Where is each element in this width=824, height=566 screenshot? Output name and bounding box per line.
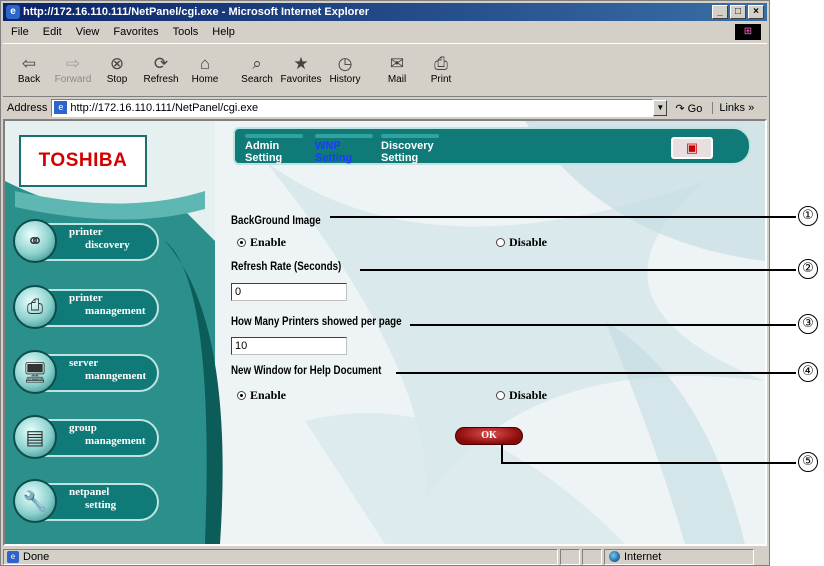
menu-tools[interactable]: Tools — [173, 26, 199, 38]
back-arrow-icon: ⇦ — [21, 53, 37, 73]
history-button[interactable]: ◷ History — [323, 44, 367, 94]
security-zone: Internet — [604, 548, 754, 565]
wrench-icon: 🔧 — [13, 479, 57, 523]
radio-unselected-icon — [496, 391, 505, 400]
stop-button[interactable]: ⊗ Stop — [95, 44, 139, 94]
radio-unselected-icon — [496, 238, 505, 247]
refresh-button[interactable]: ⟳ Refresh — [139, 44, 183, 94]
address-label: Address — [7, 102, 48, 114]
nav-server-management[interactable]: 🖥 server manngement — [13, 350, 163, 396]
internet-globe-icon — [609, 551, 620, 562]
links-button[interactable]: Links » — [712, 102, 754, 114]
callout-1: ① — [798, 206, 818, 226]
toshiba-logo: TOSHIBA — [19, 135, 147, 187]
address-dropdown-icon[interactable]: ▼ — [653, 100, 668, 116]
background-disable-radio[interactable]: Disable — [496, 235, 547, 250]
window-title: http://172.16.110.111/NetPanel/cgi.exe -… — [23, 6, 370, 18]
help-enable-radio[interactable]: Enable — [237, 388, 286, 403]
page-done-icon: e — [7, 550, 19, 563]
callout-4: ④ — [798, 362, 818, 382]
back-button[interactable]: ⇦ Back — [7, 44, 51, 94]
callout-line-2 — [360, 269, 796, 271]
nav-printer-discovery[interactable]: ⚭ printer discovery — [13, 219, 163, 265]
refresh-rate-label: Refresh Rate (Seconds) — [231, 261, 342, 273]
callout-3: ③ — [798, 314, 818, 334]
go-arrow-icon: ↷ — [675, 102, 685, 115]
menu-edit[interactable]: Edit — [43, 26, 62, 38]
nav-group-management[interactable]: ▤ group management — [13, 415, 163, 461]
go-button[interactable]: ↷ Go — [675, 102, 702, 115]
forward-arrow-icon: ⇨ — [65, 53, 81, 73]
title-bar: e http://172.16.110.111/NetPanel/cgi.exe… — [3, 3, 767, 21]
help-window-label: New Window for Help Document — [231, 365, 382, 377]
printers-per-page-input[interactable]: 10 — [231, 337, 347, 355]
menu-view[interactable]: View — [76, 26, 100, 38]
printer-group-icon: ▤ — [13, 415, 57, 459]
menu-bar: File Edit View Favorites Tools Help ⊞ — [3, 23, 767, 41]
close-button[interactable]: × — [748, 5, 764, 19]
radio-selected-icon — [237, 238, 246, 247]
address-url: http://172.16.110.111/NetPanel/cgi.exe — [70, 102, 259, 114]
maximize-button[interactable]: □ — [730, 5, 746, 19]
callout-line-5 — [501, 462, 796, 464]
sidebar: TOSHIBA ⚭ printer discovery ⎙ printer mana… — [5, 121, 215, 544]
standard-toolbar: ⇦ Back ⇨ Forward ⊗ Stop ⟳ Refresh ⌂ Home ⌕ Sea… — [3, 43, 767, 97]
print-icon: ⎙ — [434, 53, 448, 73]
printers-per-page-label: How Many Printers showed per page — [231, 316, 402, 328]
background-enable-radio[interactable]: Enable — [237, 235, 286, 250]
window-controls: _ □ × — [712, 5, 764, 19]
mail-button[interactable]: ✉ Mail — [375, 44, 419, 94]
server-icon: 🖥 — [13, 350, 57, 394]
history-icon: ◷ — [337, 53, 353, 73]
zone-text: Internet — [624, 550, 662, 563]
page-icon: e — [54, 101, 68, 114]
menu-file[interactable]: File — [11, 26, 29, 38]
refresh-rate-input[interactable]: 0 — [231, 283, 347, 301]
callout-2: ② — [798, 259, 818, 279]
callout-5: ⑤ — [798, 452, 818, 472]
home-button[interactable]: ⌂ Home — [183, 44, 227, 94]
status-bar: e Done Internet — [3, 548, 767, 565]
background-image-label: BackGround Image — [231, 215, 321, 227]
home-icon: ⌂ — [199, 53, 211, 73]
windows-logo-icon: ⊞ — [735, 24, 761, 40]
refresh-icon: ⟳ — [153, 53, 169, 73]
ok-button[interactable]: OK — [455, 427, 523, 445]
favorites-button[interactable]: ★ Favorites — [279, 44, 323, 94]
nav-netpanel-setting[interactable]: 🔧 netpanel setting — [13, 479, 163, 525]
menu-favorites[interactable]: Favorites — [113, 26, 158, 38]
callout-line-4 — [396, 372, 796, 374]
help-disable-radio[interactable]: Disable — [496, 388, 547, 403]
mail-icon: ✉ — [389, 53, 405, 73]
printer-icon: ⎙ — [13, 285, 57, 329]
binoculars-icon: ⚭ — [13, 219, 57, 263]
wnp-setting-form: BackGround Image Enable Disable Refresh … — [231, 121, 751, 544]
address-bar: Address e http://172.16.110.111/NetPanel… — [3, 98, 767, 118]
forward-button[interactable]: ⇨ Forward — [51, 44, 95, 94]
callout-vline-5 — [501, 444, 503, 464]
status-text: Done — [23, 550, 50, 563]
browser-window: e http://172.16.110.111/NetPanel/cgi.exe… — [0, 0, 770, 566]
stop-icon: ⊗ — [109, 53, 125, 73]
minimize-button[interactable]: _ — [712, 5, 728, 19]
menu-help[interactable]: Help — [212, 26, 235, 38]
radio-selected-icon — [237, 391, 246, 400]
favorites-icon: ★ — [293, 53, 309, 73]
search-icon: ⌕ — [252, 53, 262, 73]
callout-line-3 — [410, 324, 796, 326]
nav-printer-management[interactable]: ⎙ printer management — [13, 285, 163, 331]
callout-line-1 — [330, 216, 796, 218]
address-input[interactable]: e http://172.16.110.111/NetPanel/cgi.exe — [51, 99, 654, 117]
search-button[interactable]: ⌕ Search — [235, 44, 279, 94]
ie-icon: e — [6, 5, 20, 19]
print-button[interactable]: ⎙ Print — [419, 44, 463, 94]
page-content: TOSHIBA ⚭ printer discovery ⎙ printer mana… — [3, 119, 767, 546]
